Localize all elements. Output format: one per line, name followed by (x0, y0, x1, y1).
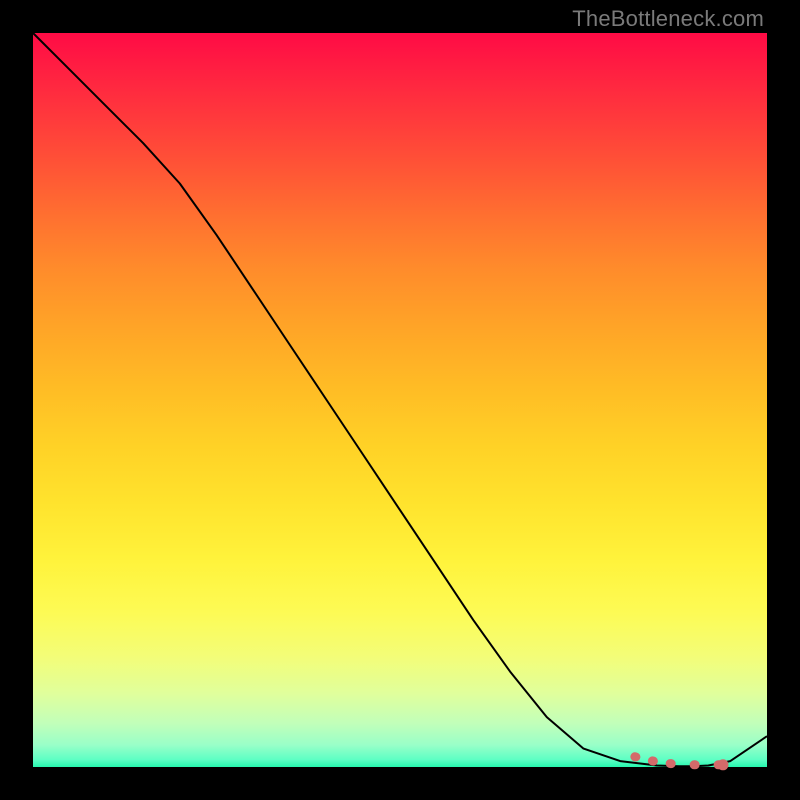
chart-frame: TheBottleneck.com (0, 0, 800, 800)
watermark-text: TheBottleneck.com (572, 6, 764, 32)
chart-gradient-background (33, 33, 767, 767)
